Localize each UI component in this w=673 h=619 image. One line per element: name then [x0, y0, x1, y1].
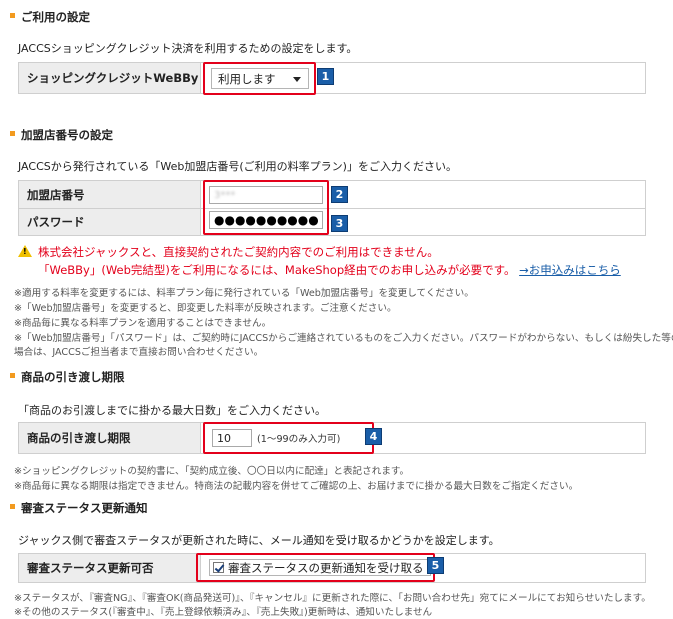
note-merchant-1: ※「Web加盟店番号」を変更すると、即変更した料率が反映されます。ご注意ください… [14, 303, 397, 314]
section-desc-merchant: JACCSから発行されている「Web加盟店番号(ご利用の料率プラン)」をご入力く… [18, 160, 457, 173]
status-notify-checkbox[interactable]: 審査ステータスの更新通知を受け取る [209, 559, 431, 576]
badge-5: 5 [427, 557, 444, 574]
section-title-status: 審査ステータス更新通知 [10, 500, 148, 516]
password-input[interactable]: ●●●●●●●●●● [209, 211, 323, 229]
section-desc-usage: JACCSショッピングクレジット決済を利用するための設定をします。 [18, 42, 358, 55]
field-label-webby: ショッピングクレジットWeBBy [19, 63, 201, 93]
section-desc-status: ジャックス側で審査ステータスが更新された時に、メール通知を受け取るかどうかを設定… [18, 534, 500, 547]
badge-4: 4 [365, 428, 382, 445]
note-merchant-2: ※商品毎に異なる料率プランを適用することはできません。 [14, 318, 272, 329]
note-merchant-3: ※「Web加盟店番号」「パスワード」は、ご契約時にJACCSからご連絡されている… [14, 333, 673, 344]
bullet-square-icon [10, 504, 15, 509]
field-label-merchant-number: 加盟店番号 [19, 181, 201, 208]
warning-block: ! 株式会社ジャックスと、直接契約されたご契約内容でのご利用はできません。 「W… [18, 243, 621, 279]
note-delivery-0: ※ショッピングクレジットの契約書に、「契約成立後、〇〇日以内に配達」と表記されま… [14, 466, 410, 477]
badge-2: 2 [331, 186, 348, 203]
bullet-square-icon [10, 373, 15, 378]
delivery-days-input[interactable]: 10 [212, 429, 252, 447]
bullet-square-icon [10, 131, 15, 136]
note-merchant-4: 場合は、JACCSご担当者まで直接お問い合わせください。 [14, 347, 264, 358]
note-status-0: ※ステータスが、『審査NG』、『審査OK(商品発送可)』、『キャンセル』に更新さ… [14, 593, 651, 604]
checkbox-checked-icon[interactable] [213, 562, 224, 573]
field-label-status: 審査ステータス更新可否 [19, 554, 201, 582]
section-title-merchant: 加盟店番号の設定 [10, 127, 113, 143]
section-title-usage: ご利用の設定 [10, 9, 90, 25]
section-title-delivery: 商品の引き渡し期限 [10, 369, 125, 385]
field-label-delivery: 商品の引き渡し期限 [19, 423, 201, 453]
apply-link[interactable]: →お申込みはこちら [519, 263, 621, 277]
usage-select[interactable]: 利用します [211, 68, 309, 89]
note-status-1: ※その他のステータス(『審査中』、『売上登録依頼済み』、『売上失敗』)更新時は、… [14, 607, 433, 618]
badge-1: 1 [317, 68, 334, 85]
warning-icon: ! [18, 245, 32, 257]
merchant-number-input[interactable]: 3*** [209, 186, 323, 204]
badge-3: 3 [331, 215, 348, 232]
delivery-hint: (1〜99のみ入力可) [257, 434, 341, 445]
field-label-password: パスワード [19, 209, 201, 235]
section-desc-delivery: 「商品のお引渡しまでに掛かる最大日数」をご入力ください。 [18, 404, 326, 417]
note-delivery-1: ※商品毎に異なる期限は指定できません。特商法の記載内容を併せてご確認の上、お届け… [14, 481, 579, 492]
caret-down-icon [293, 77, 301, 82]
note-merchant-0: ※適用する料率を変更するには、料率プラン毎に発行されている「Web加盟店番号」を… [14, 288, 474, 299]
bullet-square-icon [10, 13, 15, 18]
